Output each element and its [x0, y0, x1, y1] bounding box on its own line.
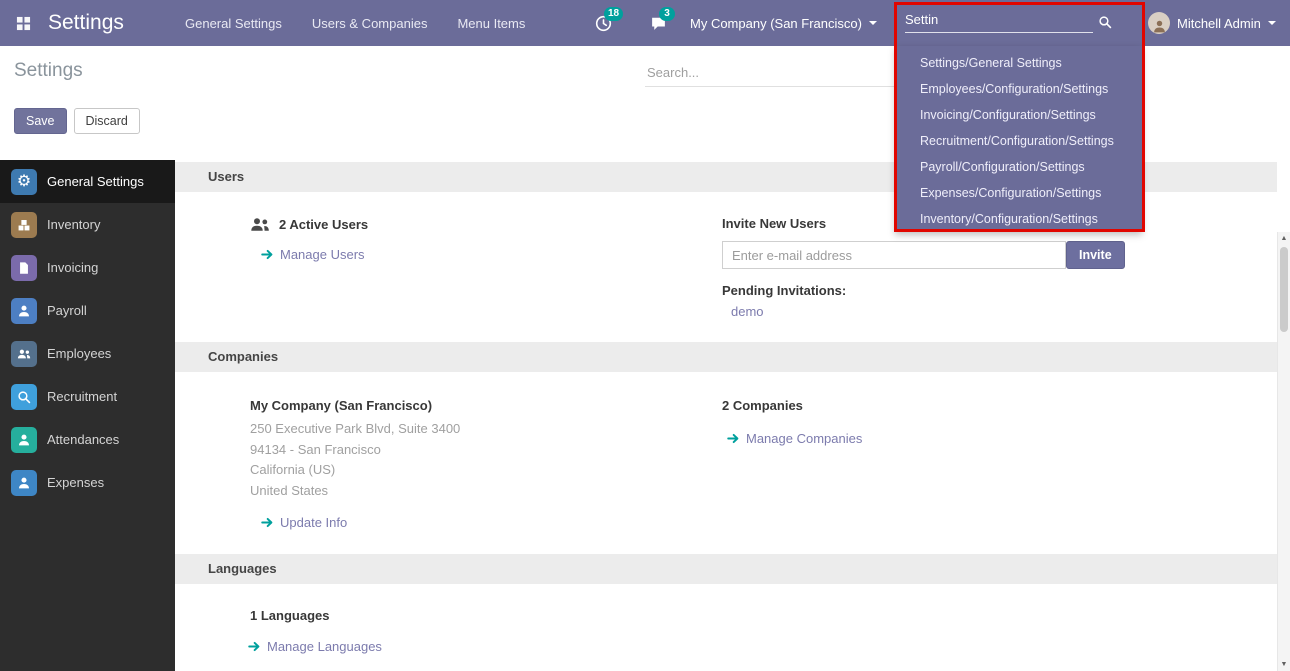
search-result-item[interactable]: Inventory/Configuration/Settings [895, 206, 1142, 232]
manage-languages-anchor[interactable]: Manage Languages [267, 639, 382, 654]
avatar [1148, 12, 1170, 34]
attendance-person-icon [11, 427, 37, 453]
apps-menu-button[interactable] [0, 0, 46, 46]
companies-section: My Company (San Francisco) 250 Executive… [175, 372, 1277, 530]
discard-button[interactable]: Discard [74, 108, 140, 134]
chevron-down-icon [1268, 21, 1276, 25]
companies-count: 2 Companies [722, 398, 1277, 413]
sidebar-item-inventory[interactable]: Inventory [0, 203, 175, 246]
company-switcher[interactable]: My Company (San Francisco) [690, 0, 877, 46]
update-info-link: Update Info [261, 515, 722, 530]
address-line: California (US) [250, 460, 722, 481]
sidebar-item-label: Expenses [47, 475, 104, 490]
sidebar-item-payroll[interactable]: Payroll [0, 289, 175, 332]
arrow-right-icon [248, 640, 261, 653]
odoo-settings-page: Settings General Settings Users & Compan… [0, 0, 1290, 671]
invoice-document-icon [11, 255, 37, 281]
search-result-item[interactable]: Settings/General Settings [895, 50, 1142, 76]
settings-content: Users 2 Active Users Manage Users Invite… [175, 160, 1277, 671]
arrow-right-icon [261, 248, 274, 261]
search-result-item[interactable]: Invoicing/Configuration/Settings [895, 102, 1142, 128]
chevron-down-icon [869, 21, 877, 25]
search-result-item[interactable]: Expenses/Configuration/Settings [895, 180, 1142, 206]
menu-menu-items[interactable]: Menu Items [457, 16, 525, 31]
messages-menu-button[interactable]: 3 [645, 0, 671, 46]
navbar-search [905, 0, 1115, 46]
manage-companies-anchor[interactable]: Manage Companies [746, 431, 862, 446]
active-users: 2 Active Users [250, 216, 722, 233]
save-button[interactable]: Save [14, 108, 67, 134]
search-suggestions-dropdown: Settings/General Settings Employees/Conf… [895, 46, 1142, 232]
top-navbar: Settings General Settings Users & Compan… [0, 0, 1290, 46]
invite-button[interactable]: Invite [1066, 241, 1125, 269]
sidebar-item-employees[interactable]: Employees [0, 332, 175, 375]
page-title: Settings [14, 60, 83, 82]
message-count-badge: 3 [659, 7, 675, 21]
manage-languages-link: Manage Languages [248, 639, 722, 654]
pending-invite-demo-link[interactable]: demo [731, 304, 764, 319]
scroll-down-arrow[interactable]: ▼ [1278, 661, 1290, 668]
menu-users-companies[interactable]: Users & Companies [312, 16, 428, 31]
languages-count: 1 Languages [250, 608, 722, 623]
sidebar-item-label: Invoicing [47, 260, 98, 275]
manage-users-anchor[interactable]: Manage Users [280, 247, 365, 262]
search-icon[interactable] [1098, 15, 1112, 29]
sidebar-item-label: Employees [47, 346, 111, 361]
menu-general-settings[interactable]: General Settings [185, 16, 282, 31]
boxes-icon [11, 212, 37, 238]
sidebar-item-label: Inventory [47, 217, 100, 232]
company-switcher-label: My Company (San Francisco) [690, 16, 862, 31]
search-result-item[interactable]: Employees/Configuration/Settings [895, 76, 1142, 102]
arrow-right-icon [261, 516, 274, 529]
expense-person-icon [11, 470, 37, 496]
apps-grid-icon [16, 16, 31, 31]
pending-invitations-label: Pending Invitations: [722, 283, 1277, 298]
sidebar-item-label: Attendances [47, 432, 119, 447]
section-header-languages: Languages [175, 554, 1277, 584]
control-panel-buttons: Save Discard [14, 108, 140, 134]
settings-sidebar: ⚙ General Settings Inventory Invoicing P… [0, 160, 175, 671]
sidebar-item-attendances[interactable]: Attendances [0, 418, 175, 461]
sidebar-item-expenses[interactable]: Expenses [0, 461, 175, 504]
employees-people-icon [11, 341, 37, 367]
sidebar-item-recruitment[interactable]: Recruitment [0, 375, 175, 418]
address-line: 250 Executive Park Blvd, Suite 3400 [250, 419, 722, 440]
user-menu[interactable]: Mitchell Admin [1148, 0, 1276, 46]
records-search-input[interactable] [645, 61, 895, 87]
person-icon [1152, 19, 1167, 34]
update-info-anchor[interactable]: Update Info [280, 515, 347, 530]
sidebar-item-label: Payroll [47, 303, 87, 318]
magnifier-icon [11, 384, 37, 410]
search-result-item[interactable]: Recruitment/Configuration/Settings [895, 128, 1142, 154]
scrollbar-thumb[interactable] [1280, 247, 1288, 332]
users-people-icon [250, 216, 270, 233]
address-line: 94134 - San Francisco [250, 440, 722, 461]
sidebar-item-invoicing[interactable]: Invoicing [0, 246, 175, 289]
vertical-scrollbar[interactable]: ▲ ▼ [1277, 232, 1290, 671]
sidebar-item-general-settings[interactable]: ⚙ General Settings [0, 160, 175, 203]
sidebar-item-label: Recruitment [47, 389, 117, 404]
navbar-menus: General Settings Users & Companies Menu … [185, 0, 525, 46]
scroll-up-arrow[interactable]: ▲ [1278, 235, 1290, 242]
activity-menu-button[interactable]: 18 [590, 0, 616, 46]
app-title[interactable]: Settings [48, 0, 124, 46]
manage-companies-link: Manage Companies [727, 431, 1277, 446]
search-result-item[interactable]: Payroll/Configuration/Settings [895, 154, 1142, 180]
active-users-count: 2 Active Users [279, 217, 368, 232]
activity-count-badge: 18 [604, 7, 623, 21]
payroll-person-icon [11, 298, 37, 324]
company-address: 250 Executive Park Blvd, Suite 3400 9413… [250, 419, 722, 501]
arrow-right-icon [727, 432, 740, 445]
gear-icon: ⚙ [11, 169, 37, 195]
section-header-companies: Companies [175, 342, 1277, 372]
address-line: United States [250, 481, 722, 502]
invite-email-input[interactable] [722, 241, 1066, 269]
sidebar-item-label: General Settings [47, 174, 144, 189]
navbar-search-input[interactable] [905, 9, 1093, 33]
company-name: My Company (San Francisco) [250, 398, 722, 413]
languages-section: 1 Languages Manage Languages [175, 584, 1277, 654]
manage-users-link: Manage Users [261, 247, 722, 262]
invite-row: Invite [722, 241, 1277, 269]
user-name-label: Mitchell Admin [1177, 16, 1261, 31]
